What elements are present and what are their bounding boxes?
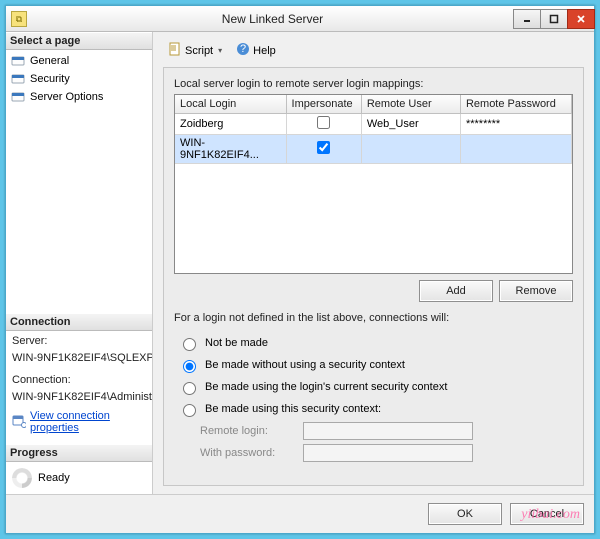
radio-this-security[interactable] bbox=[183, 404, 196, 417]
title-bar: ⧉ New Linked Server bbox=[6, 6, 594, 32]
dialog-window: ⧉ New Linked Server Select a page Genera… bbox=[5, 5, 595, 534]
security-page: Local server login to remote server logi… bbox=[163, 67, 584, 486]
impersonate-checkbox[interactable] bbox=[317, 141, 330, 154]
window-buttons bbox=[513, 9, 594, 29]
minimize-button[interactable] bbox=[513, 9, 541, 29]
toolbar: Script ▾ ? Help bbox=[163, 38, 584, 67]
radio-current-security[interactable] bbox=[183, 382, 196, 395]
remote-login-field bbox=[303, 422, 473, 440]
remove-button[interactable]: Remove bbox=[499, 280, 573, 302]
radio-label: Be made without using a security context bbox=[205, 359, 405, 371]
option-no-security-context[interactable]: Be made without using a security context bbox=[176, 354, 571, 376]
dropdown-icon: ▾ bbox=[218, 46, 222, 55]
option-current-security-context[interactable]: Be made using the login's current securi… bbox=[176, 376, 571, 398]
page-server-options[interactable]: Server Options bbox=[6, 88, 152, 106]
progress-status: Ready bbox=[38, 472, 70, 484]
select-page-header: Select a page bbox=[6, 32, 152, 50]
close-button[interactable] bbox=[567, 9, 595, 29]
table-row[interactable]: Zoidberg Web_User******** bbox=[175, 114, 572, 135]
connection-info: Server: WIN-9NF1K82EIF4\SQLEXPRES Connec… bbox=[6, 331, 152, 444]
col-local-login[interactable]: Local Login bbox=[175, 95, 286, 114]
window-title: New Linked Server bbox=[32, 12, 513, 26]
connection-header: Connection bbox=[6, 313, 152, 331]
cell-local-login[interactable]: WIN-9NF1K82EIF4... bbox=[175, 135, 286, 164]
server-label: Server: bbox=[6, 333, 152, 350]
help-button[interactable]: ? Help bbox=[231, 40, 281, 61]
with-password-row: With password: bbox=[176, 442, 571, 464]
login-mappings-grid[interactable]: Local Login Impersonate Remote User Remo… bbox=[174, 94, 573, 274]
page-security[interactable]: Security bbox=[6, 70, 152, 88]
dialog-body: Select a page General Security Server Op… bbox=[6, 32, 594, 494]
cell-remote-user[interactable]: Web_User bbox=[361, 114, 460, 135]
svg-text:?: ? bbox=[240, 43, 246, 55]
ok-button[interactable]: OK bbox=[428, 503, 502, 525]
cell-local-login[interactable]: Zoidberg bbox=[175, 114, 286, 135]
script-icon bbox=[168, 42, 182, 59]
with-password-label: With password: bbox=[200, 447, 295, 459]
script-label: Script bbox=[185, 45, 213, 57]
undefined-login-caption: For a login not defined in the list abov… bbox=[174, 312, 573, 324]
undefined-login-options: Not be made Be made without using a secu… bbox=[174, 328, 573, 468]
view-connection-properties-link[interactable]: View connection properties bbox=[30, 410, 146, 434]
page-icon bbox=[10, 53, 26, 69]
radio-no-security[interactable] bbox=[183, 360, 196, 373]
remote-login-label: Remote login: bbox=[200, 425, 295, 437]
table-row[interactable]: WIN-9NF1K82EIF4... bbox=[175, 135, 572, 164]
help-icon: ? bbox=[236, 42, 250, 59]
maximize-button[interactable] bbox=[540, 9, 568, 29]
progress-spinner-icon bbox=[12, 468, 32, 488]
page-general[interactable]: General bbox=[6, 52, 152, 70]
page-icon bbox=[10, 71, 26, 87]
cell-remote-password[interactable]: ******** bbox=[460, 114, 571, 135]
content-pane: Script ▾ ? Help Local server login to re… bbox=[153, 32, 594, 494]
help-label: Help bbox=[253, 45, 276, 57]
page-label: Server Options bbox=[30, 91, 103, 103]
cancel-button[interactable]: Cancel bbox=[510, 503, 584, 525]
radio-label: Not be made bbox=[205, 337, 268, 349]
radio-label: Be made using this security context: bbox=[205, 403, 381, 415]
cell-impersonate[interactable] bbox=[286, 135, 361, 164]
col-remote-password[interactable]: Remote Password bbox=[460, 95, 571, 114]
impersonate-checkbox[interactable] bbox=[317, 116, 330, 129]
progress-row: Ready bbox=[6, 462, 152, 494]
server-value: WIN-9NF1K82EIF4\SQLEXPRES bbox=[6, 350, 152, 367]
connection-label: Connection: bbox=[6, 372, 152, 389]
mappings-caption: Local server login to remote server logi… bbox=[174, 78, 573, 90]
col-remote-user[interactable]: Remote User bbox=[361, 95, 460, 114]
page-icon bbox=[10, 89, 26, 105]
cell-remote-password[interactable] bbox=[460, 135, 571, 164]
col-impersonate[interactable]: Impersonate bbox=[286, 95, 361, 114]
script-button[interactable]: Script ▾ bbox=[163, 40, 227, 61]
add-button[interactable]: Add bbox=[419, 280, 493, 302]
page-list: General Security Server Options bbox=[6, 50, 152, 112]
sidebar: Select a page General Security Server Op… bbox=[6, 32, 153, 494]
page-label: Security bbox=[30, 73, 70, 85]
page-label: General bbox=[30, 55, 69, 67]
progress-header: Progress bbox=[6, 444, 152, 462]
app-icon: ⧉ bbox=[11, 11, 27, 27]
dialog-footer: OK Cancel bbox=[6, 494, 594, 533]
option-not-be-made[interactable]: Not be made bbox=[176, 332, 571, 354]
cell-impersonate[interactable] bbox=[286, 114, 361, 135]
radio-label: Be made using the login's current securi… bbox=[205, 381, 447, 393]
with-password-field bbox=[303, 444, 473, 462]
cell-remote-user[interactable] bbox=[361, 135, 460, 164]
option-this-security-context[interactable]: Be made using this security context: bbox=[176, 398, 571, 420]
remote-login-row: Remote login: bbox=[176, 420, 571, 442]
connection-props-icon bbox=[12, 414, 26, 431]
connection-value: WIN-9NF1K82EIF4\Administrator bbox=[6, 389, 152, 406]
radio-not-made[interactable] bbox=[183, 338, 196, 351]
